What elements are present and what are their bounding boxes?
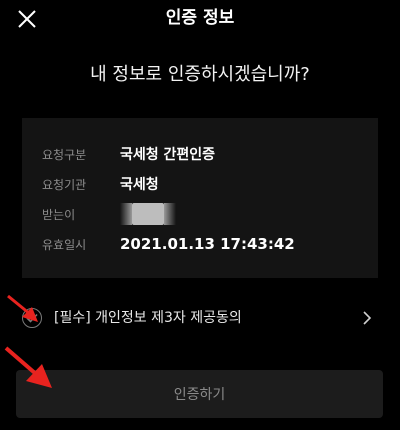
info-row-valid-until: 유효일시 2021.01.13 17:43:42 [42,230,295,258]
info-row-requesting-agency: 요청기관 국세청 [42,170,159,198]
info-value: 2021.01.13 17:43:42 [120,235,295,253]
mask-block [131,203,165,225]
consent-row[interactable]: [필수] 개인정보 제3자 제공동의 [0,300,400,338]
chevron-right-icon[interactable] [362,310,372,326]
info-value: 국세청 간편인증 [120,147,216,163]
check-icon [26,313,38,323]
page-title: 인증 정보 [165,8,235,28]
auth-info-card: 요청구분 국세청 간편인증 요청기관 국세청 받는이 유효일시 2021.01.… [22,118,378,278]
mask-fade-right [164,203,176,225]
info-row-recipient: 받는이 [42,200,176,228]
auth-question: 내 정보로 인증하시겠습니까? [90,64,310,85]
consent-checkbox[interactable] [22,308,42,328]
info-label: 유효일시 [42,237,87,252]
authenticate-button[interactable]: 인증하기 [16,370,383,418]
consent-label: [필수] 개인정보 제3자 제공동의 [54,310,242,326]
info-value: 국세청 [120,177,159,193]
info-label: 요청구분 [42,147,87,162]
top-bar: 인증 정보 [0,0,400,36]
info-label: 요청기관 [42,177,87,192]
mask-fade-left [120,203,132,225]
masked-recipient-name [120,203,176,225]
info-row-request-type: 요청구분 국세청 간편인증 [42,140,215,168]
info-label: 받는이 [42,207,76,222]
